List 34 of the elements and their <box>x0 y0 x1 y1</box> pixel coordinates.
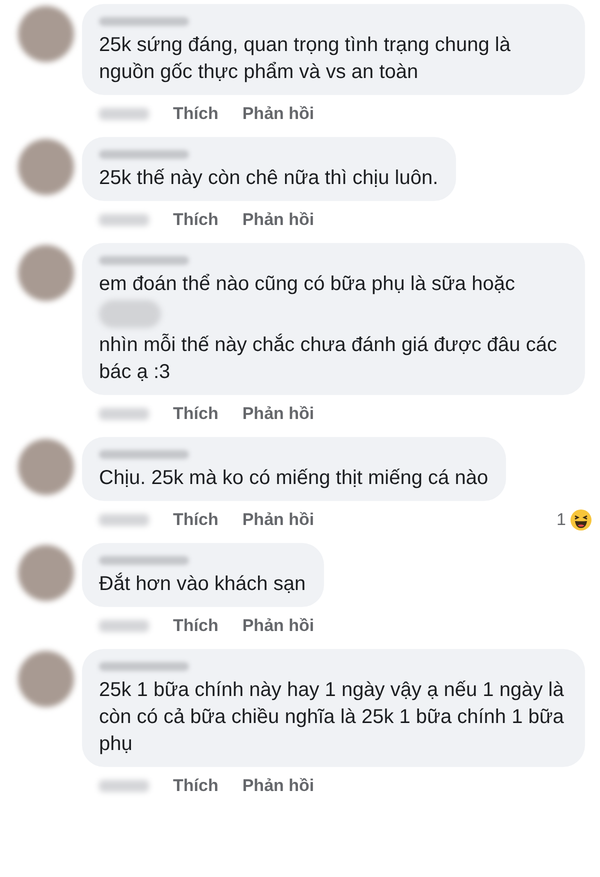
comment-text: Chịu. 25k mà ko có miếng thịt miếng cá nào <box>99 466 488 491</box>
like-link[interactable]: Thích <box>173 510 218 530</box>
avatar-placeholder <box>18 439 74 495</box>
blurred-content <box>99 300 161 328</box>
like-link[interactable]: Thích <box>173 404 218 424</box>
reaction-count: 1 <box>556 510 566 530</box>
reply-link[interactable]: Phản hồi <box>242 510 314 530</box>
reply-link[interactable]: Phản hồi <box>242 210 314 230</box>
blurred-time <box>99 514 149 526</box>
comment-text: em đoán thể nào cũng có bữa phụ là sữa hoặc <box>99 272 516 297</box>
blurred-time <box>99 780 149 792</box>
comment-text: 25k thế này còn chê nữa thì chịu luôn. <box>99 166 438 191</box>
comment-text: 25k 1 bữa chính này hay 1 ngày vậy ạ nếu 1 ngày là còn có cả bữa chiều nghĩa là 25k 1 bữa chính 1 bữa phụ <box>99 678 565 757</box>
blurred-time <box>99 620 149 632</box>
reply-link[interactable]: Phản hồi <box>242 776 314 796</box>
comment-text: nhìn mỗi thế này chắc chưa đánh giá được đâu các bác ạ :3 <box>99 332 558 385</box>
reply-link[interactable]: Phản hồi <box>242 104 314 124</box>
blurred-time <box>99 108 149 120</box>
like-link[interactable]: Thích <box>173 616 218 636</box>
avatar-placeholder <box>18 139 74 195</box>
avatar-placeholder <box>18 245 74 301</box>
laughing-emoji-icon <box>570 509 592 531</box>
like-link[interactable]: Thích <box>173 210 218 230</box>
blurred-time <box>99 408 149 420</box>
blurred-time <box>99 214 149 226</box>
reply-link[interactable]: Phản hồi <box>242 404 314 424</box>
like-link[interactable]: Thích <box>173 104 218 124</box>
avatar-placeholder <box>18 651 74 707</box>
comment-text: 25k sứng đáng, quan trọng tình trạng chung là nguồn gốc thực phẩm và vs an toàn <box>99 33 512 85</box>
avatar-placeholder <box>18 6 74 62</box>
like-link[interactable]: Thích <box>173 776 218 796</box>
comment-text: Đắt hơn vào khách sạn <box>99 572 306 597</box>
avatar-placeholder <box>18 545 74 601</box>
reply-link[interactable]: Phản hồi <box>242 616 314 636</box>
